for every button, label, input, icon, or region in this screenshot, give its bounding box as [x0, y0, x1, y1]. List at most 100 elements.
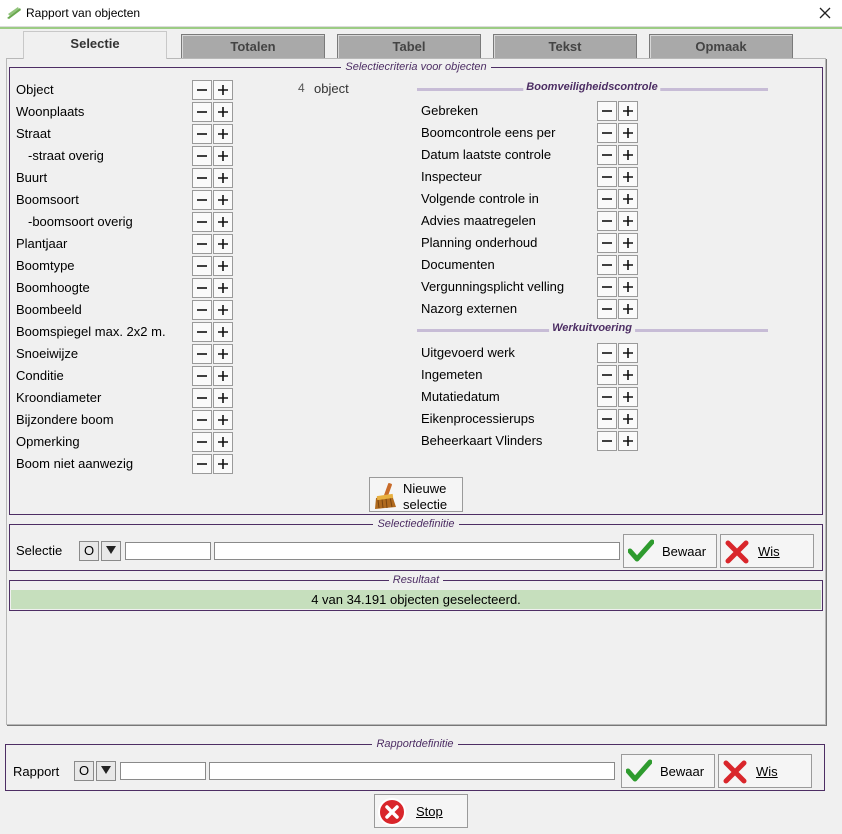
minus-button[interactable]: [597, 431, 617, 451]
plus-button[interactable]: [213, 190, 233, 210]
minus-button[interactable]: [192, 212, 212, 232]
plus-button[interactable]: [618, 145, 638, 165]
minus-button[interactable]: [192, 388, 212, 408]
plus-icon: [623, 216, 633, 226]
minus-button[interactable]: [597, 255, 617, 275]
report-name-input[interactable]: [209, 762, 615, 780]
minus-button[interactable]: [192, 344, 212, 364]
minus-button[interactable]: [597, 101, 617, 121]
minus-button[interactable]: [597, 233, 617, 253]
plus-button[interactable]: [618, 167, 638, 187]
criterion-label: Boomspiegel max. 2x2 m.: [16, 324, 166, 339]
selection-code-input[interactable]: [125, 542, 211, 560]
selection-save-button[interactable]: Bewaar: [623, 534, 717, 568]
minus-button[interactable]: [597, 299, 617, 319]
plus-icon: [623, 348, 633, 358]
minus-button[interactable]: [192, 432, 212, 452]
report-o-button[interactable]: O: [74, 761, 94, 781]
plus-button[interactable]: [618, 299, 638, 319]
minus-button[interactable]: [192, 256, 212, 276]
report-dropdown-button[interactable]: [96, 761, 116, 781]
plus-button[interactable]: [213, 410, 233, 430]
minus-button[interactable]: [192, 410, 212, 430]
tab-totalen[interactable]: Totalen: [181, 34, 325, 58]
plus-button[interactable]: [213, 212, 233, 232]
minus-button[interactable]: [597, 123, 617, 143]
criterion-label: -boomsoort overig: [28, 214, 133, 229]
minus-button[interactable]: [597, 277, 617, 297]
new-selection-button[interactable]: Nieuwe selectie: [369, 477, 463, 512]
minus-button[interactable]: [192, 146, 212, 166]
minus-button[interactable]: [192, 366, 212, 386]
plus-button[interactable]: [213, 80, 233, 100]
plus-button[interactable]: [618, 101, 638, 121]
minus-button[interactable]: [192, 190, 212, 210]
minus-button[interactable]: [192, 124, 212, 144]
plus-button[interactable]: [213, 388, 233, 408]
close-icon[interactable]: [816, 4, 834, 22]
plus-button[interactable]: [213, 344, 233, 364]
minus-icon: [602, 308, 612, 310]
plus-button[interactable]: [213, 432, 233, 452]
minus-button[interactable]: [192, 234, 212, 254]
criterion-label: Kroondiameter: [16, 390, 102, 405]
plus-button[interactable]: [618, 277, 638, 297]
minus-button[interactable]: [597, 145, 617, 165]
minus-button[interactable]: [597, 189, 617, 209]
plus-button[interactable]: [618, 123, 638, 143]
selection-name-input[interactable]: [214, 542, 620, 560]
broom-icon: [375, 483, 396, 509]
plus-button[interactable]: [213, 278, 233, 298]
selection-dropdown-button[interactable]: [101, 541, 121, 561]
minus-button[interactable]: [192, 102, 212, 122]
minus-button[interactable]: [192, 322, 212, 342]
criterion-label: Conditie: [16, 368, 64, 383]
plus-button[interactable]: [618, 365, 638, 385]
minus-button[interactable]: [192, 278, 212, 298]
plus-button[interactable]: [213, 366, 233, 386]
report-clear-button[interactable]: Wis: [718, 754, 812, 788]
minus-button[interactable]: [192, 454, 212, 474]
plus-button[interactable]: [213, 102, 233, 122]
tab-opmaak[interactable]: Opmaak: [649, 34, 793, 58]
minus-button[interactable]: [597, 167, 617, 187]
minus-button[interactable]: [597, 343, 617, 363]
plus-button[interactable]: [618, 343, 638, 363]
minus-button[interactable]: [597, 211, 617, 231]
selection-o-button[interactable]: O: [79, 541, 99, 561]
plus-button[interactable]: [213, 146, 233, 166]
report-clear-label: Wis: [756, 764, 778, 779]
report-code-input[interactable]: [120, 762, 206, 780]
plus-button[interactable]: [213, 124, 233, 144]
tab-selectie[interactable]: Selectie: [23, 31, 167, 59]
plus-button[interactable]: [213, 168, 233, 188]
minus-button[interactable]: [192, 80, 212, 100]
selection-clear-button[interactable]: Wis: [720, 534, 814, 568]
stop-button[interactable]: Stop: [374, 794, 468, 828]
minus-icon: [602, 418, 612, 420]
plus-button[interactable]: [213, 454, 233, 474]
plus-button[interactable]: [618, 409, 638, 429]
plus-button[interactable]: [618, 431, 638, 451]
minus-icon: [602, 286, 612, 288]
plus-button[interactable]: [618, 233, 638, 253]
plus-button[interactable]: [213, 300, 233, 320]
plus-button[interactable]: [213, 256, 233, 276]
minus-button[interactable]: [192, 300, 212, 320]
plus-button[interactable]: [618, 255, 638, 275]
plus-button[interactable]: [618, 387, 638, 407]
plus-button[interactable]: [213, 234, 233, 254]
minus-button[interactable]: [597, 365, 617, 385]
minus-button[interactable]: [597, 387, 617, 407]
plus-button[interactable]: [618, 211, 638, 231]
minus-button[interactable]: [192, 168, 212, 188]
tab-tabel[interactable]: Tabel: [337, 34, 481, 58]
report-save-button[interactable]: Bewaar: [621, 754, 715, 788]
plus-button[interactable]: [618, 189, 638, 209]
minus-icon: [197, 397, 207, 399]
minus-button[interactable]: [597, 409, 617, 429]
tab-tekst[interactable]: Tekst: [493, 34, 637, 58]
plus-button[interactable]: [213, 322, 233, 342]
criterion-label: Gebreken: [421, 103, 479, 118]
minus-icon: [602, 242, 612, 244]
